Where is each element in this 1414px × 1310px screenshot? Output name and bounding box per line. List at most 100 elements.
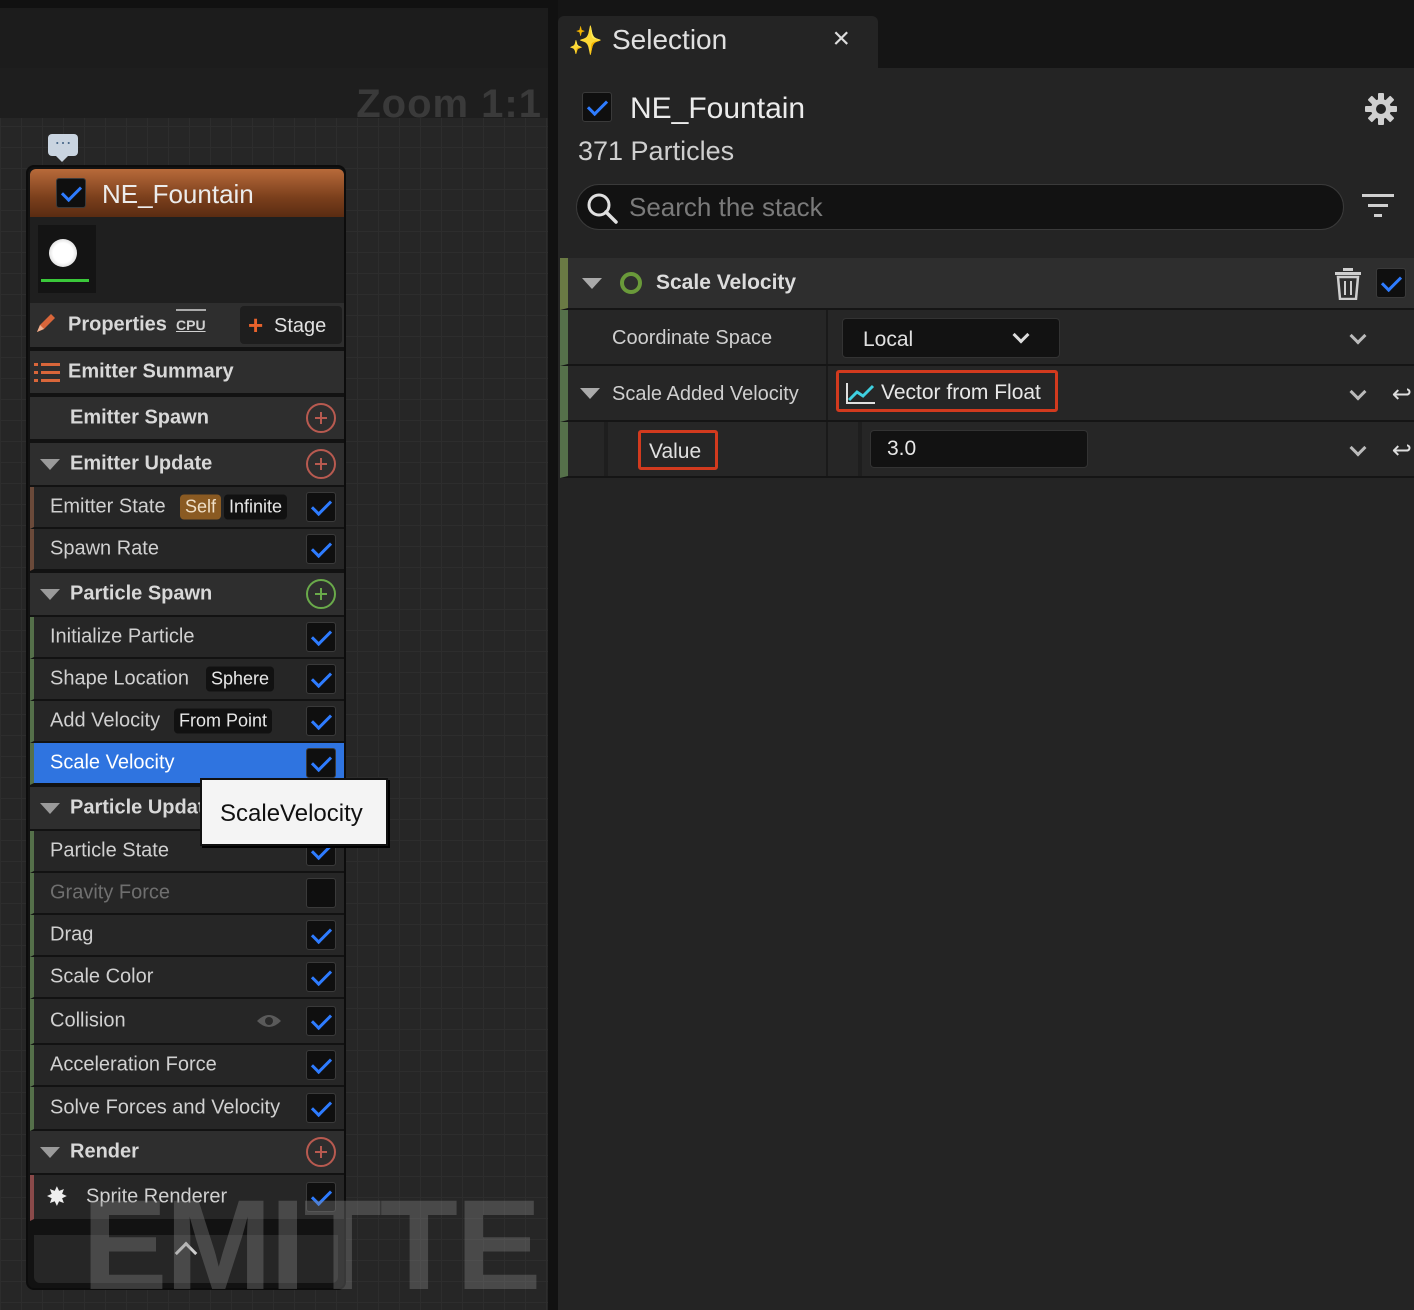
chevron-down-icon[interactable] <box>1349 327 1367 345</box>
emitter-summary-label: Emitter Summary <box>68 360 234 383</box>
eye-icon[interactable] <box>256 1012 282 1030</box>
particle-preview-icon <box>49 239 77 267</box>
collapse-triangle-icon[interactable] <box>582 278 602 289</box>
stack-search-box[interactable] <box>576 184 1344 230</box>
module-add-velocity[interactable]: Add Velocity From Point <box>30 701 344 743</box>
module-enable-checkbox[interactable] <box>306 920 336 950</box>
pencil-icon <box>37 314 55 332</box>
particle-count: 371 Particles <box>578 136 735 166</box>
module-label: Particle State <box>50 839 169 862</box>
module-enable-checkbox[interactable] <box>306 1093 336 1123</box>
emitter-thumbnail[interactable] <box>38 225 96 293</box>
add-stage-button[interactable]: + Stage <box>240 306 342 344</box>
module-label: Shape Location <box>50 667 190 690</box>
collapse-triangle-icon[interactable] <box>580 388 600 399</box>
module-drag[interactable]: Drag <box>30 915 344 957</box>
filter-icon[interactable] <box>1362 192 1394 220</box>
dynamic-input-label: Vector from Float <box>881 381 1041 404</box>
add-module-icon[interactable] <box>306 449 336 479</box>
module-tag: Self <box>180 494 222 520</box>
param-scale-added-velocity[interactable]: Scale Added Velocity Vector from Float ↩ <box>560 366 1414 422</box>
emitter-enable-checkbox[interactable] <box>582 92 612 122</box>
section-emitter-spawn[interactable]: Emitter Spawn <box>30 397 344 441</box>
param-label: Coordinate Space <box>612 327 773 349</box>
column-separator <box>826 366 828 420</box>
module-shape-location[interactable]: Shape Location Sphere <box>30 659 344 701</box>
panel-divider[interactable] <box>548 0 558 1310</box>
module-enable-checkbox[interactable] <box>306 706 336 736</box>
module-status-icon <box>620 272 642 294</box>
properties-row[interactable]: Properties CPU + Stage <box>30 303 344 349</box>
module-enable-checkbox[interactable] <box>306 492 336 522</box>
module-collision[interactable]: Collision <box>30 999 344 1045</box>
module-enable-checkbox[interactable] <box>306 748 336 778</box>
module-header-scale-velocity[interactable]: Scale Velocity <box>560 258 1414 310</box>
sparkle-icon: ✨ <box>568 25 603 56</box>
module-enable-checkbox[interactable] <box>306 962 336 992</box>
indent-guide <box>604 422 608 476</box>
tooltip-text: ScaleVelocity <box>220 800 363 827</box>
graph-tab-strip <box>0 8 556 68</box>
add-module-icon[interactable] <box>306 1137 336 1167</box>
comment-bubble-icon[interactable] <box>48 128 78 162</box>
collapse-triangle-icon[interactable] <box>40 459 60 470</box>
sprite-star-icon: ✸ <box>46 1181 68 1212</box>
value-input[interactable] <box>870 430 1088 468</box>
search-icon <box>587 193 618 224</box>
list-icon <box>34 363 60 382</box>
module-spawn-rate[interactable]: Spawn Rate <box>30 529 344 571</box>
module-enable-checkbox[interactable] <box>306 534 336 564</box>
module-tooltip: ScaleVelocity <box>200 778 388 846</box>
param-label: Scale Added Velocity <box>612 383 799 405</box>
param-coordinate-space[interactable]: Coordinate Space Local <box>560 310 1414 366</box>
add-module-icon[interactable] <box>306 403 336 433</box>
param-value[interactable]: Value ↩ <box>560 422 1414 478</box>
section-emitter-update[interactable]: Emitter Update <box>30 443 344 487</box>
add-module-icon[interactable] <box>306 579 336 609</box>
module-initialize-particle[interactable]: Initialize Particle <box>30 617 344 659</box>
module-enable-checkbox[interactable] <box>306 664 336 694</box>
dropdown-value: Local <box>863 328 914 351</box>
module-tag: From Point <box>174 708 273 734</box>
search-input[interactable] <box>629 189 1329 225</box>
collapse-triangle-icon[interactable] <box>40 1147 60 1158</box>
section-label: Emitter Spawn <box>70 406 209 429</box>
module-label: Scale Color <box>50 965 154 988</box>
close-icon[interactable]: × <box>832 22 850 56</box>
coordinate-space-dropdown[interactable]: Local <box>842 318 1060 358</box>
vector-from-float-selector[interactable]: Vector from Float <box>836 370 1058 412</box>
section-label: Render <box>70 1140 139 1163</box>
module-gravity-force[interactable]: Gravity Force <box>30 873 344 915</box>
module-enable-checkbox[interactable] <box>1376 268 1406 298</box>
module-stack: Scale Velocity Coordinate Space Local Sc… <box>560 258 1414 480</box>
emitter-node-title: NE_Fountain <box>102 179 254 209</box>
collapse-triangle-icon[interactable] <box>40 803 60 814</box>
module-enable-checkbox[interactable] <box>306 622 336 652</box>
module-enable-checkbox[interactable] <box>306 1050 336 1080</box>
module-scale-color[interactable]: Scale Color <box>30 957 344 999</box>
section-particle-spawn[interactable]: Particle Spawn <box>30 573 344 617</box>
graph-canvas[interactable]: Zoom 1:1 NE_Fountain Properties CPU + St… <box>0 0 556 1310</box>
chevron-down-icon[interactable] <box>1349 383 1367 401</box>
module-label: Initialize Particle <box>50 625 195 648</box>
zoom-level-label: Zoom 1:1 <box>356 82 542 126</box>
module-enable-checkbox[interactable] <box>306 1006 336 1036</box>
section-render[interactable]: Render <box>30 1131 344 1175</box>
module-enable-checkbox[interactable] <box>306 878 336 908</box>
emitter-node-header[interactable]: NE_Fountain <box>30 169 344 217</box>
module-solve-forces[interactable]: Solve Forces and Velocity <box>30 1087 344 1131</box>
gear-icon[interactable] <box>1364 92 1398 126</box>
properties-label: Properties <box>68 313 167 336</box>
tab-selection[interactable]: ✨ Selection × <box>558 16 878 68</box>
emitter-node[interactable]: NE_Fountain Properties CPU + Stage Emitt… <box>26 165 346 1290</box>
module-acceleration-force[interactable]: Acceleration Force <box>30 1045 344 1087</box>
emitter-name: NE_Fountain <box>630 92 806 125</box>
reset-arrow-icon[interactable]: ↩ <box>1392 436 1412 465</box>
emitter-enable-checkbox[interactable] <box>56 178 86 208</box>
trash-icon[interactable] <box>1334 268 1362 300</box>
chevron-down-icon[interactable] <box>1349 439 1367 457</box>
collapse-triangle-icon[interactable] <box>40 589 60 600</box>
reset-arrow-icon[interactable]: ↩ <box>1392 380 1412 409</box>
emitter-summary-row[interactable]: Emitter Summary <box>30 351 344 395</box>
module-emitter-state[interactable]: Emitter State Self Infinite <box>30 487 344 529</box>
